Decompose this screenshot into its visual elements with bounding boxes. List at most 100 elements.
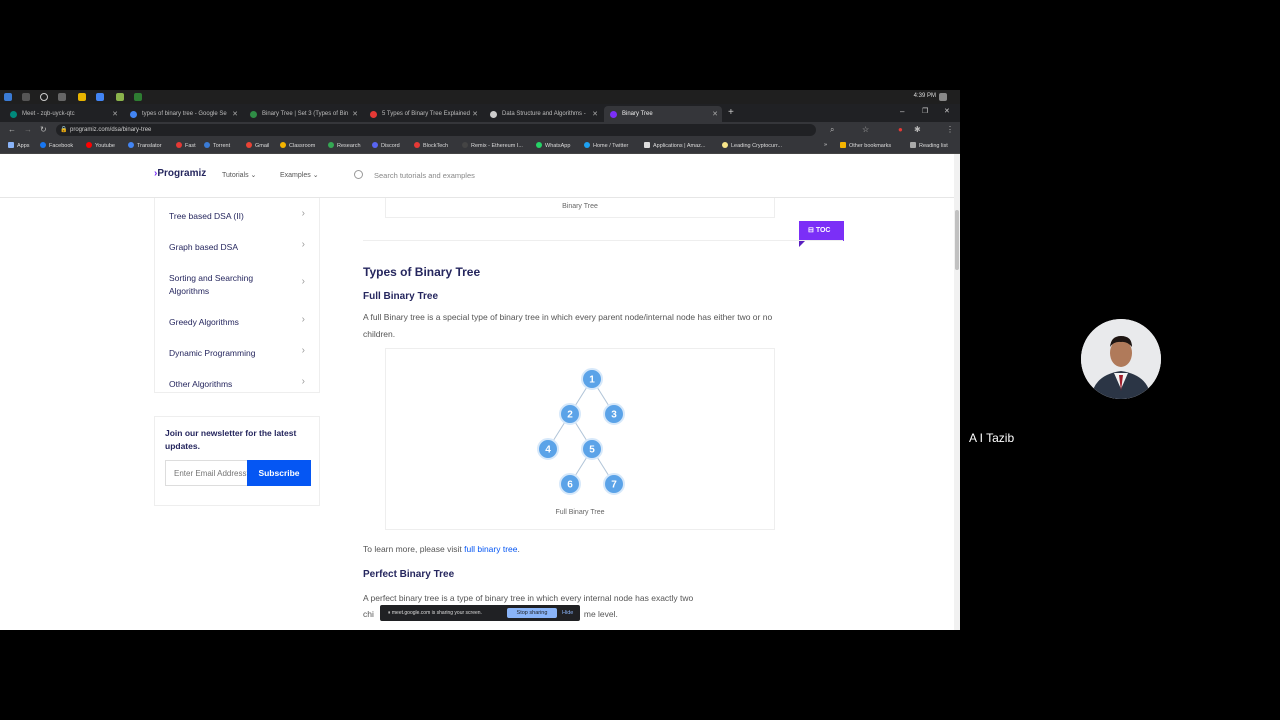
newsletter-box: Join our newsletter for the latest updat… xyxy=(154,416,320,506)
bookmark-fast[interactable]: Fast xyxy=(176,142,196,149)
url-text: programiz.com/dsa/binary-tree xyxy=(70,127,152,133)
full-binary-tree-link[interactable]: full binary tree xyxy=(464,544,517,554)
tab-google-search[interactable]: types of binary tree - Google Se ✕ xyxy=(124,106,242,122)
tree-node-label: 5 xyxy=(589,445,595,456)
address-bar[interactable]: 🔒 programiz.com/dsa/binary-tree xyxy=(56,124,816,136)
bookmark-remix[interactable]: Remix - Ethereum I... xyxy=(462,142,523,149)
bookmark-twitter[interactable]: Home / Twitter xyxy=(584,142,628,149)
chevron-right-icon: › xyxy=(301,376,305,387)
menu-icon[interactable]: ⋮ xyxy=(946,125,954,134)
nav-label: Examples xyxy=(280,172,311,179)
sidebar-item-label: Sorting and Searching Algorithms xyxy=(169,273,254,296)
bookmark-facebook[interactable]: Facebook xyxy=(40,142,73,149)
extension-icon[interactable]: ● xyxy=(898,125,903,134)
tab-label: 5 Types of Binary Tree Explained xyxy=(382,111,470,117)
bookmark-label: Facebook xyxy=(49,143,74,149)
hide-button[interactable]: Hide xyxy=(562,610,573,616)
tab-binary-tree[interactable]: Binary Tree ✕ xyxy=(604,106,722,122)
stop-sharing-button[interactable]: Stop sharing xyxy=(507,608,557,618)
participant-avatar xyxy=(1081,319,1161,399)
star-icon[interactable]: ☆ xyxy=(862,125,869,134)
bookmark-other[interactable]: Other bookmarks xyxy=(840,142,891,149)
person-icon xyxy=(1081,319,1161,399)
chrome-icon[interactable] xyxy=(96,93,104,101)
bookmark-apps[interactable]: Apps xyxy=(8,142,30,149)
bookmark-discord[interactable]: Discord xyxy=(372,142,400,149)
start-icon[interactable] xyxy=(4,93,12,101)
close-icon[interactable]: ✕ xyxy=(352,110,358,118)
back-icon[interactable]: ← xyxy=(8,125,16,134)
learn-more-period: . xyxy=(517,544,520,554)
participant-name: A I Tazib xyxy=(969,431,1015,445)
bookmarks-overflow-icon[interactable]: » xyxy=(824,142,827,148)
taskview-icon[interactable] xyxy=(58,93,66,101)
app-icon[interactable] xyxy=(116,93,124,101)
site-logo[interactable]: ›Programiz xyxy=(154,168,206,179)
bookmark-translator[interactable]: Translator xyxy=(128,142,162,149)
search-icon[interactable] xyxy=(22,93,30,101)
sidebar-item-label: Dynamic Programming xyxy=(169,348,256,358)
email-field[interactable] xyxy=(165,460,247,486)
search-input[interactable]: Search tutorials and examples xyxy=(352,167,652,183)
toc-button[interactable]: ⊟ TOC xyxy=(799,221,844,247)
bookmark-classroom[interactable]: Classroom xyxy=(280,142,315,149)
bookmark-label: Other bookmarks xyxy=(849,143,892,149)
tab-dsa[interactable]: Data Structure and Algorithms - ✕ xyxy=(484,106,602,122)
windows-taskbar: 4:39 PM xyxy=(0,90,960,104)
chevron-right-icon: › xyxy=(301,276,305,287)
bookmark-label: Youtube xyxy=(95,143,115,149)
bookmark-label: BlockTech xyxy=(423,143,449,149)
restore-icon[interactable]: ❐ xyxy=(922,107,928,115)
programiz-page: ›Programiz Tutorials ⌄ Examples ⌄ Search… xyxy=(0,154,954,630)
bookmark-applications[interactable]: Applications | Amaz... xyxy=(644,142,705,149)
tab-label: types of binary tree - Google Se xyxy=(142,111,227,117)
bookmark-research[interactable]: Research xyxy=(328,142,361,149)
tree-node-label: 4 xyxy=(545,445,551,456)
bookmark-crypto[interactable]: Leading Cryptocurr... xyxy=(722,142,782,149)
minimize-icon[interactable]: – xyxy=(900,107,904,116)
nav-label: Tutorials xyxy=(222,172,249,179)
bookmark-torrent[interactable]: Torrent xyxy=(204,142,230,149)
nav-tutorials[interactable]: Tutorials ⌄ xyxy=(222,171,256,179)
notification-icon[interactable] xyxy=(939,93,947,101)
reload-icon[interactable]: ↻ xyxy=(40,125,47,134)
gmail-icon xyxy=(246,142,252,148)
bookmark-label: Leading Cryptocurr... xyxy=(731,143,783,149)
bookmark-blocktech[interactable]: BlockTech xyxy=(414,142,448,149)
scrollbar-thumb[interactable] xyxy=(955,210,959,270)
programiz-favicon-icon xyxy=(610,111,617,118)
tab-meet[interactable]: Meet - zqb-uyck-qtc ✕ xyxy=(4,106,122,122)
tab-five-types[interactable]: 5 Types of Binary Tree Explained ✕ xyxy=(364,106,482,122)
bookmark-gmail[interactable]: Gmail xyxy=(246,142,269,149)
close-icon[interactable]: ✕ xyxy=(592,110,598,118)
sidebar-item-label: Graph based DSA xyxy=(169,242,238,252)
fast-icon xyxy=(176,142,182,148)
tab-gfg[interactable]: Binary Tree | Set 3 (Types of Bin ✕ xyxy=(244,106,362,122)
bookmark-whatsapp[interactable]: WhatsApp xyxy=(536,142,570,149)
app-icon[interactable] xyxy=(134,93,142,101)
page-scrollbar[interactable] xyxy=(954,154,960,630)
gfg-favicon-icon xyxy=(250,111,257,118)
forward-icon[interactable]: → xyxy=(24,125,32,134)
toc-label: TOC xyxy=(815,227,831,234)
bookmark-reading-list[interactable]: Reading list xyxy=(910,142,948,149)
close-icon[interactable]: ✕ xyxy=(232,110,238,118)
remix-icon xyxy=(462,142,468,148)
paragraph-learn-more: To learn more, please visit full binary … xyxy=(363,541,803,558)
toc-icon: ⊟ xyxy=(808,227,816,234)
new-tab-icon[interactable]: + xyxy=(728,107,734,118)
tree-node-label: 7 xyxy=(611,480,617,491)
chevron-down-icon: ⌄ xyxy=(250,172,257,179)
zoom-icon[interactable]: ⌕ xyxy=(830,125,834,135)
close-icon[interactable]: ✕ xyxy=(112,110,118,118)
close-icon[interactable]: ✕ xyxy=(472,110,478,118)
cortana-icon[interactable] xyxy=(40,93,48,101)
explorer-icon[interactable] xyxy=(78,93,86,101)
window-close-icon[interactable]: ✕ xyxy=(944,107,950,115)
subscribe-button[interactable]: Subscribe xyxy=(247,460,311,486)
bookmark-label: Apps xyxy=(17,143,30,149)
puzzle-icon[interactable]: ✱ xyxy=(914,125,921,134)
bookmark-youtube[interactable]: Youtube xyxy=(86,142,115,149)
close-icon[interactable]: ✕ xyxy=(712,110,718,118)
nav-examples[interactable]: Examples ⌄ xyxy=(280,171,319,179)
